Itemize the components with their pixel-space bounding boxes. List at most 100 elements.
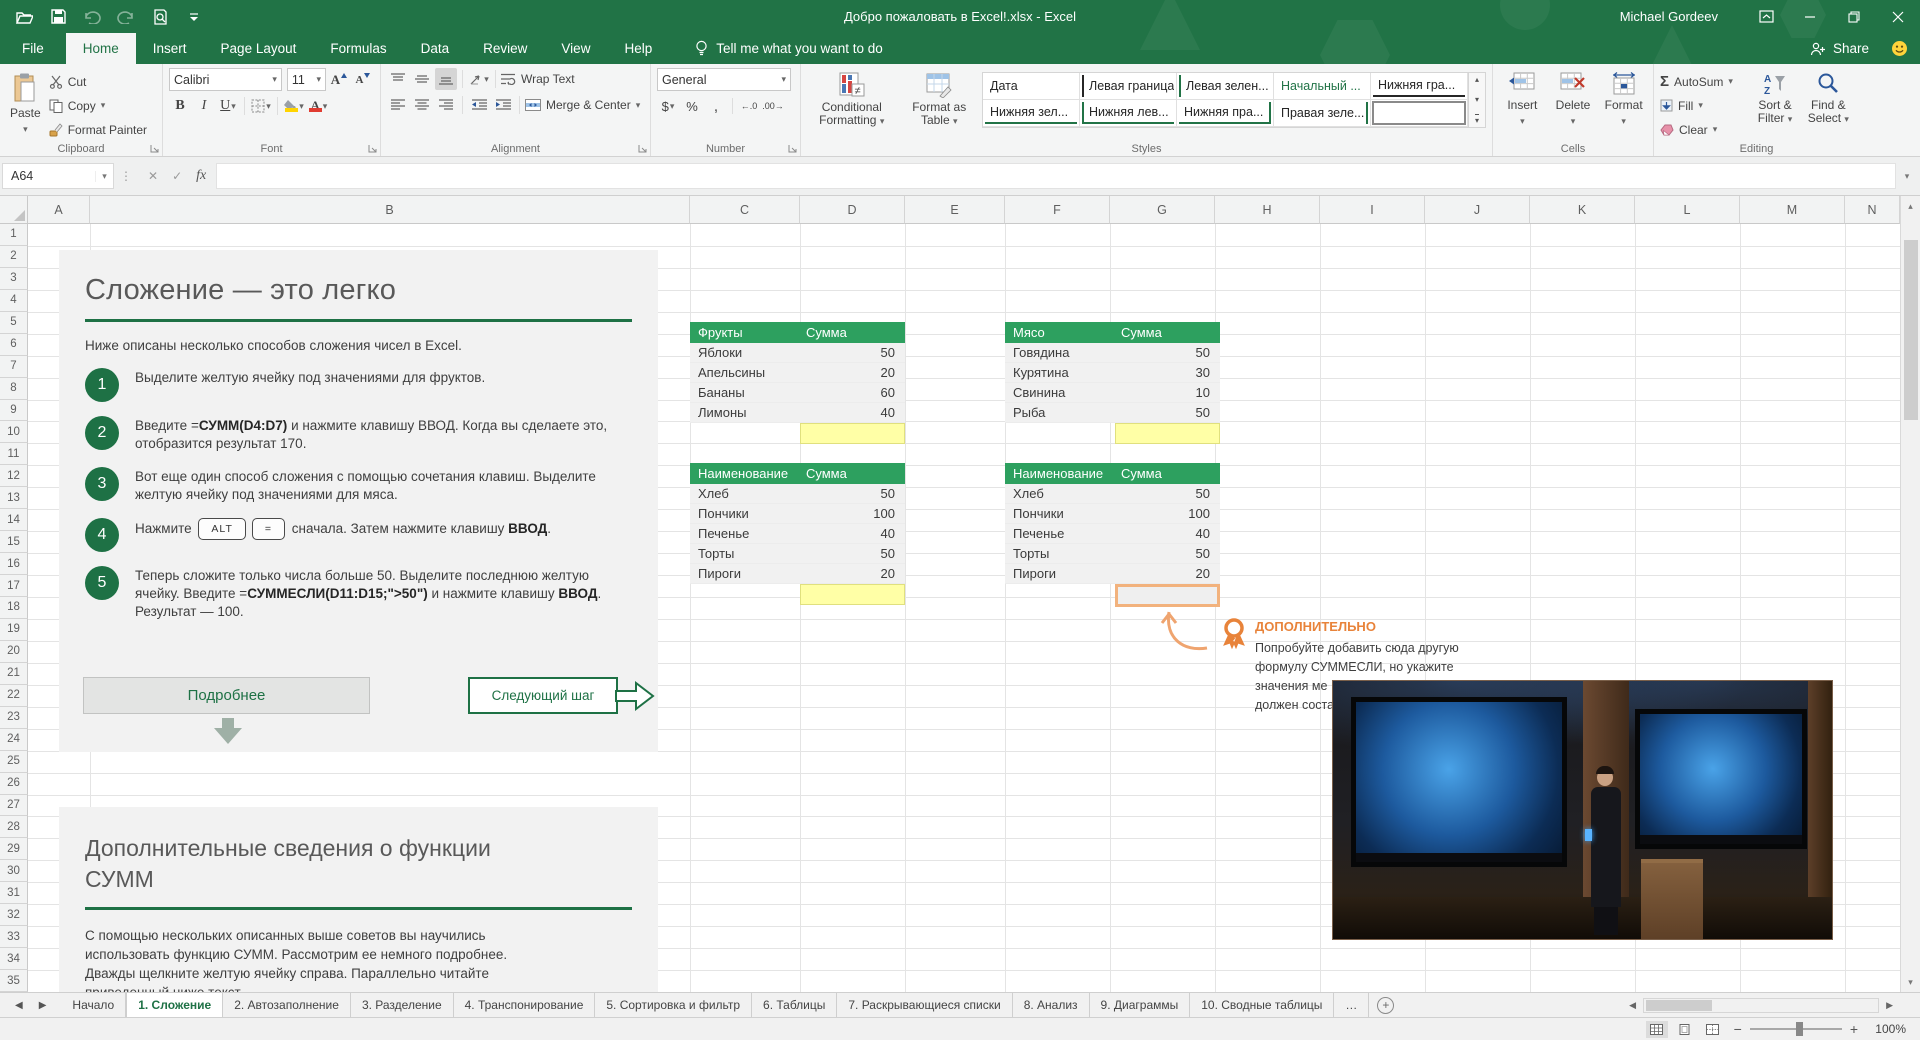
table-cell[interactable]: 40 xyxy=(800,524,905,544)
hscroll-left-icon[interactable]: ◀ xyxy=(1624,1000,1641,1011)
table-cell[interactable]: Пироги xyxy=(690,564,800,584)
comma-button[interactable]: , xyxy=(705,95,727,117)
expand-formula-bar-icon[interactable]: ▾ xyxy=(1896,171,1918,182)
table-cell[interactable]: Хлеб xyxy=(690,484,800,504)
formula-target-cell-yellow[interactable] xyxy=(800,584,905,605)
insert-function-icon[interactable]: fx xyxy=(196,168,206,184)
next-step-button[interactable]: Следующий шаг xyxy=(468,677,618,714)
formula-input[interactable] xyxy=(216,163,1896,189)
row-header-1[interactable]: 1 xyxy=(0,224,28,246)
align-center-icon[interactable] xyxy=(411,94,433,116)
align-middle-icon[interactable] xyxy=(411,68,433,90)
row-header-25[interactable]: 25 xyxy=(0,751,28,773)
row-header-18[interactable]: 18 xyxy=(0,597,28,619)
row-header-30[interactable]: 30 xyxy=(0,860,28,882)
vertical-scrollbar[interactable]: ▴ ▾ xyxy=(1900,196,1920,992)
style-gallery-item[interactable]: Нижняя гра... xyxy=(1371,73,1468,100)
sheet-tab-10-сводные-таблицы[interactable]: 10. Сводные таблицы xyxy=(1190,993,1334,1017)
row-header-16[interactable]: 16 xyxy=(0,553,28,575)
table-cell[interactable] xyxy=(690,584,800,605)
format-as-table-button[interactable]: Format asTable ▾ xyxy=(900,68,978,140)
increase-indent-icon[interactable] xyxy=(492,94,514,116)
tab-page-layout[interactable]: Page Layout xyxy=(204,33,314,64)
column-header-E[interactable]: E xyxy=(905,196,1005,224)
table-header-cell[interactable]: Наименование xyxy=(690,463,800,484)
table-cell[interactable]: 50 xyxy=(1115,403,1220,423)
copy-button[interactable]: Copy▾ xyxy=(49,95,147,116)
tab-file[interactable]: File xyxy=(0,33,66,64)
merge-center-button[interactable]: Merge & Center▾ xyxy=(525,95,640,116)
row-header-2[interactable]: 2 xyxy=(0,246,28,268)
font-dialog-launcher-icon[interactable] xyxy=(368,144,377,153)
row-header-33[interactable]: 33 xyxy=(0,926,28,948)
zoom-slider-thumb[interactable] xyxy=(1796,1022,1803,1036)
delete-cells-button[interactable]: Delete▾ xyxy=(1550,68,1597,140)
column-header-L[interactable]: L xyxy=(1635,196,1740,224)
row-header-20[interactable]: 20 xyxy=(0,641,28,663)
autosum-button[interactable]: ΣAutoSum▾ xyxy=(1660,71,1746,92)
print-preview-icon[interactable] xyxy=(150,7,170,27)
align-left-icon[interactable] xyxy=(387,94,409,116)
row-header-29[interactable]: 29 xyxy=(0,838,28,860)
row-header-28[interactable]: 28 xyxy=(0,816,28,838)
row-header-19[interactable]: 19 xyxy=(0,619,28,641)
column-header-N[interactable]: N xyxy=(1845,196,1900,224)
ribbon-display-options-icon[interactable] xyxy=(1744,0,1788,33)
row-header-26[interactable]: 26 xyxy=(0,773,28,795)
clear-button[interactable]: Clear▾ xyxy=(1660,119,1746,140)
table-header-cell[interactable]: Фрукты xyxy=(690,322,800,343)
sheet-tab-overflow[interactable]: … xyxy=(1334,993,1369,1017)
column-header-M[interactable]: M xyxy=(1740,196,1845,224)
cut-button[interactable]: Cut xyxy=(49,71,147,92)
row-header-8[interactable]: 8 xyxy=(0,378,28,400)
sheet-tab-8-анализ[interactable]: 8. Анализ xyxy=(1013,993,1090,1017)
tab-home[interactable]: Home xyxy=(66,33,136,64)
column-header-G[interactable]: G xyxy=(1110,196,1215,224)
table-cell[interactable]: 50 xyxy=(1115,343,1220,363)
table-cell[interactable] xyxy=(1005,584,1115,607)
table-cell[interactable]: Лимоны xyxy=(690,403,800,423)
row-header-9[interactable]: 9 xyxy=(0,400,28,422)
decrease-indent-icon[interactable] xyxy=(468,94,490,116)
table-cell[interactable]: 100 xyxy=(1115,504,1220,524)
worksheet[interactable]: Сложение — это легко Ниже описаны нескол… xyxy=(28,224,1900,992)
zoom-in-icon[interactable]: + xyxy=(1850,1021,1858,1037)
minimize-icon[interactable] xyxy=(1788,0,1832,33)
gallery-scroll[interactable]: ▴▾▾ xyxy=(1469,72,1486,128)
style-gallery-item[interactable] xyxy=(1371,100,1468,127)
close-icon[interactable] xyxy=(1876,0,1920,33)
row-header-17[interactable]: 17 xyxy=(0,575,28,597)
column-header-B[interactable]: B xyxy=(90,196,690,224)
font-size-combo[interactable]: 11▾ xyxy=(287,68,326,91)
clipboard-dialog-launcher-icon[interactable] xyxy=(150,144,159,153)
style-gallery-item[interactable]: Левая зелен... xyxy=(1177,73,1274,100)
table-cell[interactable]: 60 xyxy=(800,383,905,403)
sheet-tab-3-разделение[interactable]: 3. Разделение xyxy=(351,993,454,1017)
underline-button[interactable]: U▾ xyxy=(217,95,239,117)
table-cell[interactable]: Свинина xyxy=(1005,383,1115,403)
select-all-corner[interactable] xyxy=(0,196,28,224)
alignment-dialog-launcher-icon[interactable] xyxy=(638,144,647,153)
sheet-tab-начало[interactable]: Начало xyxy=(61,993,126,1017)
table-cell[interactable]: Пончики xyxy=(1005,504,1115,524)
table-cell[interactable]: 50 xyxy=(800,544,905,564)
column-header-I[interactable]: I xyxy=(1320,196,1425,224)
row-header-11[interactable]: 11 xyxy=(0,443,28,465)
table-cell[interactable]: 10 xyxy=(1115,383,1220,403)
table-cell[interactable]: 50 xyxy=(800,343,905,363)
table-cell[interactable]: 50 xyxy=(800,484,905,504)
open-icon[interactable] xyxy=(14,7,34,27)
table-cell[interactable] xyxy=(1005,423,1115,444)
save-icon[interactable] xyxy=(48,7,68,27)
paste-button[interactable]: Paste ▾ xyxy=(6,68,45,140)
table-cell[interactable]: Пончики xyxy=(690,504,800,524)
undo-icon[interactable] xyxy=(82,7,102,27)
orientation-button[interactable]: ▾ xyxy=(468,68,490,90)
tab-formulas[interactable]: Formulas xyxy=(313,33,403,64)
table-cell[interactable]: 100 xyxy=(800,504,905,524)
row-header-21[interactable]: 21 xyxy=(0,663,28,685)
row-header-27[interactable]: 27 xyxy=(0,795,28,817)
fill-button[interactable]: Fill▾ xyxy=(1660,95,1746,116)
row-header-3[interactable]: 3 xyxy=(0,268,28,290)
table-cell[interactable]: 40 xyxy=(1115,524,1220,544)
